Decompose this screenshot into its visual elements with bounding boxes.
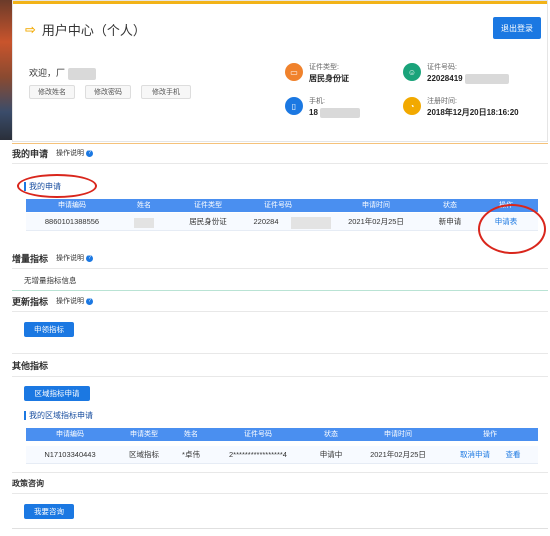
page-title-text: 用户中心（个人） bbox=[41, 23, 146, 38]
claim-quota-button[interactable]: 申领指标 bbox=[24, 322, 74, 337]
table-row: N17103340443 区域指标 *卓伟 2*****************… bbox=[26, 446, 538, 464]
policy-header: 政策咨询 bbox=[12, 478, 44, 488]
help-link[interactable]: 操作说明? bbox=[56, 253, 94, 263]
page: ⇨ 用户中心（个人） 退出登录 欢迎，厂 修改姓名 修改密码 修改手机 ▭ 证件… bbox=[0, 0, 550, 536]
other-header: 其他指标 bbox=[12, 360, 49, 371]
info-phone: ▯ 手机: 18 bbox=[285, 97, 361, 118]
welcome-name: 厂 bbox=[56, 68, 66, 78]
my-apply-table-header: 申请编码 姓名 证件类型 证件号码 申请时间 状态 操作 bbox=[26, 199, 538, 212]
edit-password-button[interactable]: 修改密码 bbox=[85, 85, 131, 99]
annotation-circle bbox=[17, 174, 97, 198]
edit-phone-button[interactable]: 修改手机 bbox=[141, 85, 191, 99]
divider bbox=[12, 311, 548, 312]
consult-button[interactable]: 我要咨询 bbox=[24, 504, 74, 519]
regional-table-header: 申请编码 申请类型 姓名 证件号码 状态 申请时间 操作 bbox=[26, 428, 538, 441]
divider bbox=[12, 528, 548, 529]
help-link[interactable]: 操作说明? bbox=[56, 148, 94, 158]
info-id-type: ▭ 证件类型: 居民身份证 bbox=[285, 63, 349, 84]
background-image-strip bbox=[0, 0, 12, 140]
info-id-number: ☺ 证件号码: 22028419 bbox=[403, 63, 509, 84]
divider bbox=[12, 472, 548, 473]
cancel-application-link[interactable]: 取消申请 bbox=[460, 446, 490, 464]
redacted-name bbox=[134, 218, 154, 228]
regional-quota-apply-button[interactable]: 区域指标申请 bbox=[24, 386, 90, 401]
arrow-right-icon: ⇨ bbox=[25, 21, 36, 37]
help-icon: ? bbox=[86, 149, 94, 157]
divider bbox=[12, 268, 548, 269]
page-title: ⇨ 用户中心（个人） bbox=[25, 20, 146, 39]
increase-header: 增量指标 操作说明? bbox=[12, 249, 94, 267]
user-center-header: ⇨ 用户中心（个人） 退出登录 欢迎，厂 修改姓名 修改密码 修改手机 ▭ 证件… bbox=[12, 0, 548, 142]
divider bbox=[12, 353, 548, 354]
update-header: 更新指标 操作说明? bbox=[12, 292, 94, 310]
annotation-circle bbox=[478, 204, 546, 254]
help-link[interactable]: 操作说明? bbox=[56, 296, 94, 306]
id-number-icon: ☺ bbox=[403, 63, 421, 81]
clock-icon: ◔ bbox=[403, 97, 421, 115]
id-card-icon: ▭ bbox=[285, 63, 303, 81]
welcome-text: 欢迎，厂 bbox=[29, 66, 96, 80]
view-link[interactable]: 查看 bbox=[506, 446, 521, 464]
redacted-phone bbox=[320, 107, 361, 118]
divider bbox=[12, 376, 548, 377]
divider bbox=[12, 493, 548, 494]
edit-name-button[interactable]: 修改姓名 bbox=[29, 85, 75, 99]
divider bbox=[12, 163, 548, 164]
redacted-id bbox=[464, 73, 509, 84]
section-divider bbox=[12, 290, 548, 291]
redacted-id bbox=[291, 217, 331, 229]
help-icon: ? bbox=[86, 297, 94, 305]
header-accent-bar bbox=[13, 1, 547, 4]
info-register-time: ◔ 注册时间: 2018年12月20日18:16:20 bbox=[403, 97, 519, 118]
phone-icon: ▯ bbox=[285, 97, 303, 115]
table-row: 8860101388556 居民身份证 220284 2021年02月25日 新… bbox=[26, 213, 538, 231]
regional-apply-subtitle: 我的区域指标申请 bbox=[24, 410, 93, 421]
help-icon: ? bbox=[86, 254, 94, 262]
redacted-name bbox=[67, 67, 96, 80]
increase-empty-text: 无增量指标信息 bbox=[24, 276, 77, 285]
welcome-prefix: 欢迎， bbox=[29, 68, 57, 78]
my-apply-header: 我的申请 操作说明? bbox=[12, 144, 94, 162]
logout-button[interactable]: 退出登录 bbox=[493, 17, 541, 39]
